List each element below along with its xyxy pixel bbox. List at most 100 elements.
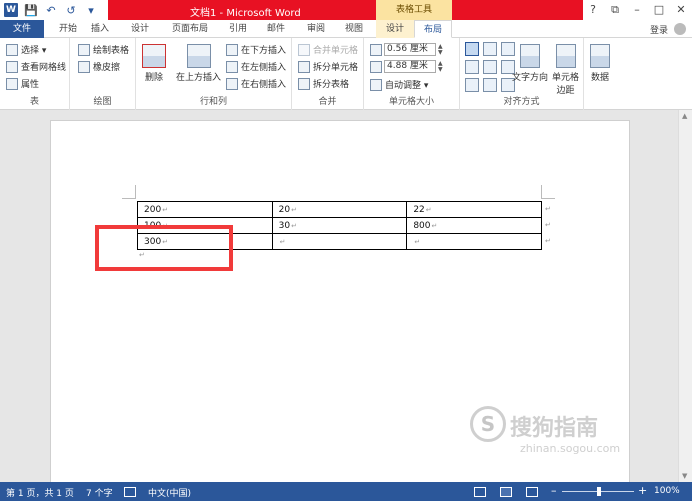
table-cell[interactable]: 20↵ — [271, 201, 408, 218]
row-height-input[interactable]: 0.56 厘米 — [384, 43, 436, 56]
insert-above-button[interactable]: 在上方插入 — [176, 44, 221, 83]
zoom-slider-thumb[interactable] — [597, 487, 601, 496]
data-button[interactable]: 数据 — [590, 44, 610, 83]
insert-above-label: 在上方插入 — [176, 73, 222, 83]
tab-table-design[interactable]: 设计 — [376, 20, 414, 38]
close-icon[interactable]: ✕ — [670, 0, 692, 20]
align-center-left-icon[interactable] — [465, 60, 479, 74]
align-top-left-icon[interactable] — [465, 42, 479, 56]
zoom-level[interactable]: 100% — [654, 486, 680, 496]
group-cell-size: 0.56 厘米 ▲ ▼ 4.88 厘米 ▲ ▼ 自动调整 ▾ 单元格大小 — [364, 38, 460, 110]
minimize-icon[interactable]: – — [626, 0, 648, 20]
text-direction-label: 文字方向 — [512, 73, 549, 83]
table-cell[interactable]: 30↵ — [271, 217, 408, 234]
row-end-mark: ↵ — [545, 205, 551, 213]
word-icon: W — [4, 3, 18, 17]
status-bar: 第 1 页，共 1 页 7 个字 中文(中国) – + 100% — [0, 482, 692, 501]
login-link[interactable]: 登录 — [650, 23, 668, 36]
margin-corner-mark — [122, 185, 136, 199]
customize-qat-icon[interactable]: ▾ — [84, 3, 98, 17]
page-count[interactable]: 第 1 页，共 1 页 — [6, 486, 74, 499]
split-table-button[interactable]: 拆分表格 — [298, 77, 349, 90]
align-bottom-center-icon[interactable] — [483, 78, 497, 92]
scroll-up-icon[interactable]: ▲ — [682, 112, 687, 120]
tab-review[interactable]: 审阅 — [300, 20, 332, 38]
select-button[interactable]: 选择 ▾ — [6, 43, 46, 56]
column-width-input[interactable]: 4.88 厘米 — [384, 60, 436, 73]
cell-margins-button[interactable]: 单元格 边距 — [552, 44, 579, 96]
web-layout-icon[interactable] — [526, 487, 538, 497]
delete-table-icon — [142, 44, 166, 68]
proofing-icon[interactable] — [124, 487, 136, 497]
watermark-url: zhinan.sogou.com — [520, 442, 621, 455]
tab-home[interactable]: 开始 — [52, 20, 84, 38]
group-label-rows-columns: 行和列 — [199, 97, 227, 107]
spin-arrows-icon[interactable]: ▲ ▼ — [438, 60, 443, 73]
group-label-cell-size: 单元格大小 — [388, 97, 434, 107]
merge-cells-button[interactable]: 合并单元格 — [298, 43, 358, 56]
table-tools-label: 表格工具 — [376, 0, 452, 20]
vertical-scrollbar[interactable]: ▲ ▼ — [678, 110, 692, 482]
table-cell[interactable]: 200↵ — [137, 201, 273, 218]
group-data: 数据 — [584, 38, 620, 110]
delete-label: 删除 — [144, 73, 163, 83]
eraser-button[interactable]: 橡皮擦 — [78, 60, 120, 73]
sogou-logo-icon: S — [470, 406, 506, 442]
ribbon-display-icon[interactable]: ⧉ — [604, 0, 626, 20]
scroll-down-icon[interactable]: ▼ — [682, 472, 687, 480]
ribbon-tabs: 文件 开始 插入 设计 页面布局 引用 邮件 审阅 视图 设计 布局 登录 — [0, 20, 692, 38]
gridlines-label: 查看网格线 — [21, 63, 67, 73]
properties-button[interactable]: 属性 — [6, 77, 39, 90]
maximize-icon[interactable]: □ — [648, 0, 670, 20]
split-cells-button[interactable]: 拆分单元格 — [298, 60, 358, 73]
margin-corner-mark — [541, 185, 555, 199]
align-bottom-left-icon[interactable] — [465, 78, 479, 92]
draw-table-button[interactable]: 绘制表格 — [78, 43, 129, 56]
save-icon[interactable]: 💾 — [24, 3, 38, 17]
tab-design[interactable]: 设计 — [124, 20, 156, 38]
profile-icon[interactable] — [674, 23, 686, 35]
help-icon[interactable]: ? — [582, 0, 604, 20]
align-center-icon[interactable] — [483, 60, 497, 74]
language-indicator[interactable]: 中文(中国) — [148, 486, 191, 499]
insert-below-button[interactable]: 在下方插入 — [226, 43, 286, 56]
column-width-stepper[interactable]: 4.88 厘米 ▲ ▼ — [370, 60, 443, 73]
group-merge: 合并单元格 拆分单元格 拆分表格 合并 — [292, 38, 364, 110]
tab-table-layout[interactable]: 布局 — [414, 20, 452, 38]
table-cell[interactable]: ↵ — [271, 233, 408, 250]
group-rows-columns: 删除 在上方插入 在下方插入 在左侧插入 在右侧插入 行和列 — [136, 38, 292, 110]
tab-references[interactable]: 引用 — [222, 20, 254, 38]
zoom-out-icon[interactable]: – — [551, 484, 557, 497]
insert-right-label: 在右侧插入 — [241, 80, 287, 90]
spin-arrows-icon[interactable]: ▲ ▼ — [438, 43, 443, 56]
tab-view[interactable]: 视图 — [338, 20, 370, 38]
tab-mailings[interactable]: 邮件 — [260, 20, 292, 38]
table-cell[interactable]: 800↵ — [406, 217, 542, 234]
tab-file[interactable]: 文件 — [0, 20, 44, 38]
row-height-icon — [370, 43, 382, 56]
alignment-grid — [465, 42, 515, 92]
cell-mark: ↵ — [414, 237, 421, 246]
tab-page-layout[interactable]: 页面布局 — [164, 20, 216, 38]
draw-table-label: 绘制表格 — [93, 46, 130, 56]
table-cell[interactable]: ↵ — [406, 233, 542, 250]
zoom-in-icon[interactable]: + — [638, 484, 647, 497]
row-end-mark: ↵ — [545, 237, 551, 245]
word-count[interactable]: 7 个字 — [86, 486, 113, 499]
properties-label: 属性 — [21, 80, 40, 90]
tab-insert[interactable]: 插入 — [84, 20, 116, 38]
autofit-button[interactable]: 自动调整 ▾ — [370, 78, 428, 91]
insert-left-button[interactable]: 在左侧插入 — [226, 60, 286, 73]
print-layout-icon[interactable] — [500, 487, 512, 497]
view-gridlines-button[interactable]: 查看网格线 — [6, 60, 66, 73]
undo-icon[interactable]: ↶ — [44, 3, 58, 17]
table-cell[interactable]: 22↵ — [406, 201, 542, 218]
insert-right-button[interactable]: 在右侧插入 — [226, 77, 286, 90]
autofit-label: 自动调整 ▾ — [385, 81, 429, 91]
redo-icon[interactable]: ↺ — [64, 3, 78, 17]
read-mode-icon[interactable] — [474, 487, 486, 497]
row-height-stepper[interactable]: 0.56 厘米 ▲ ▼ — [370, 43, 443, 56]
align-top-center-icon[interactable] — [483, 42, 497, 56]
delete-button[interactable]: 删除 — [142, 44, 166, 83]
text-direction-button[interactable]: 文字方向 — [512, 44, 548, 83]
